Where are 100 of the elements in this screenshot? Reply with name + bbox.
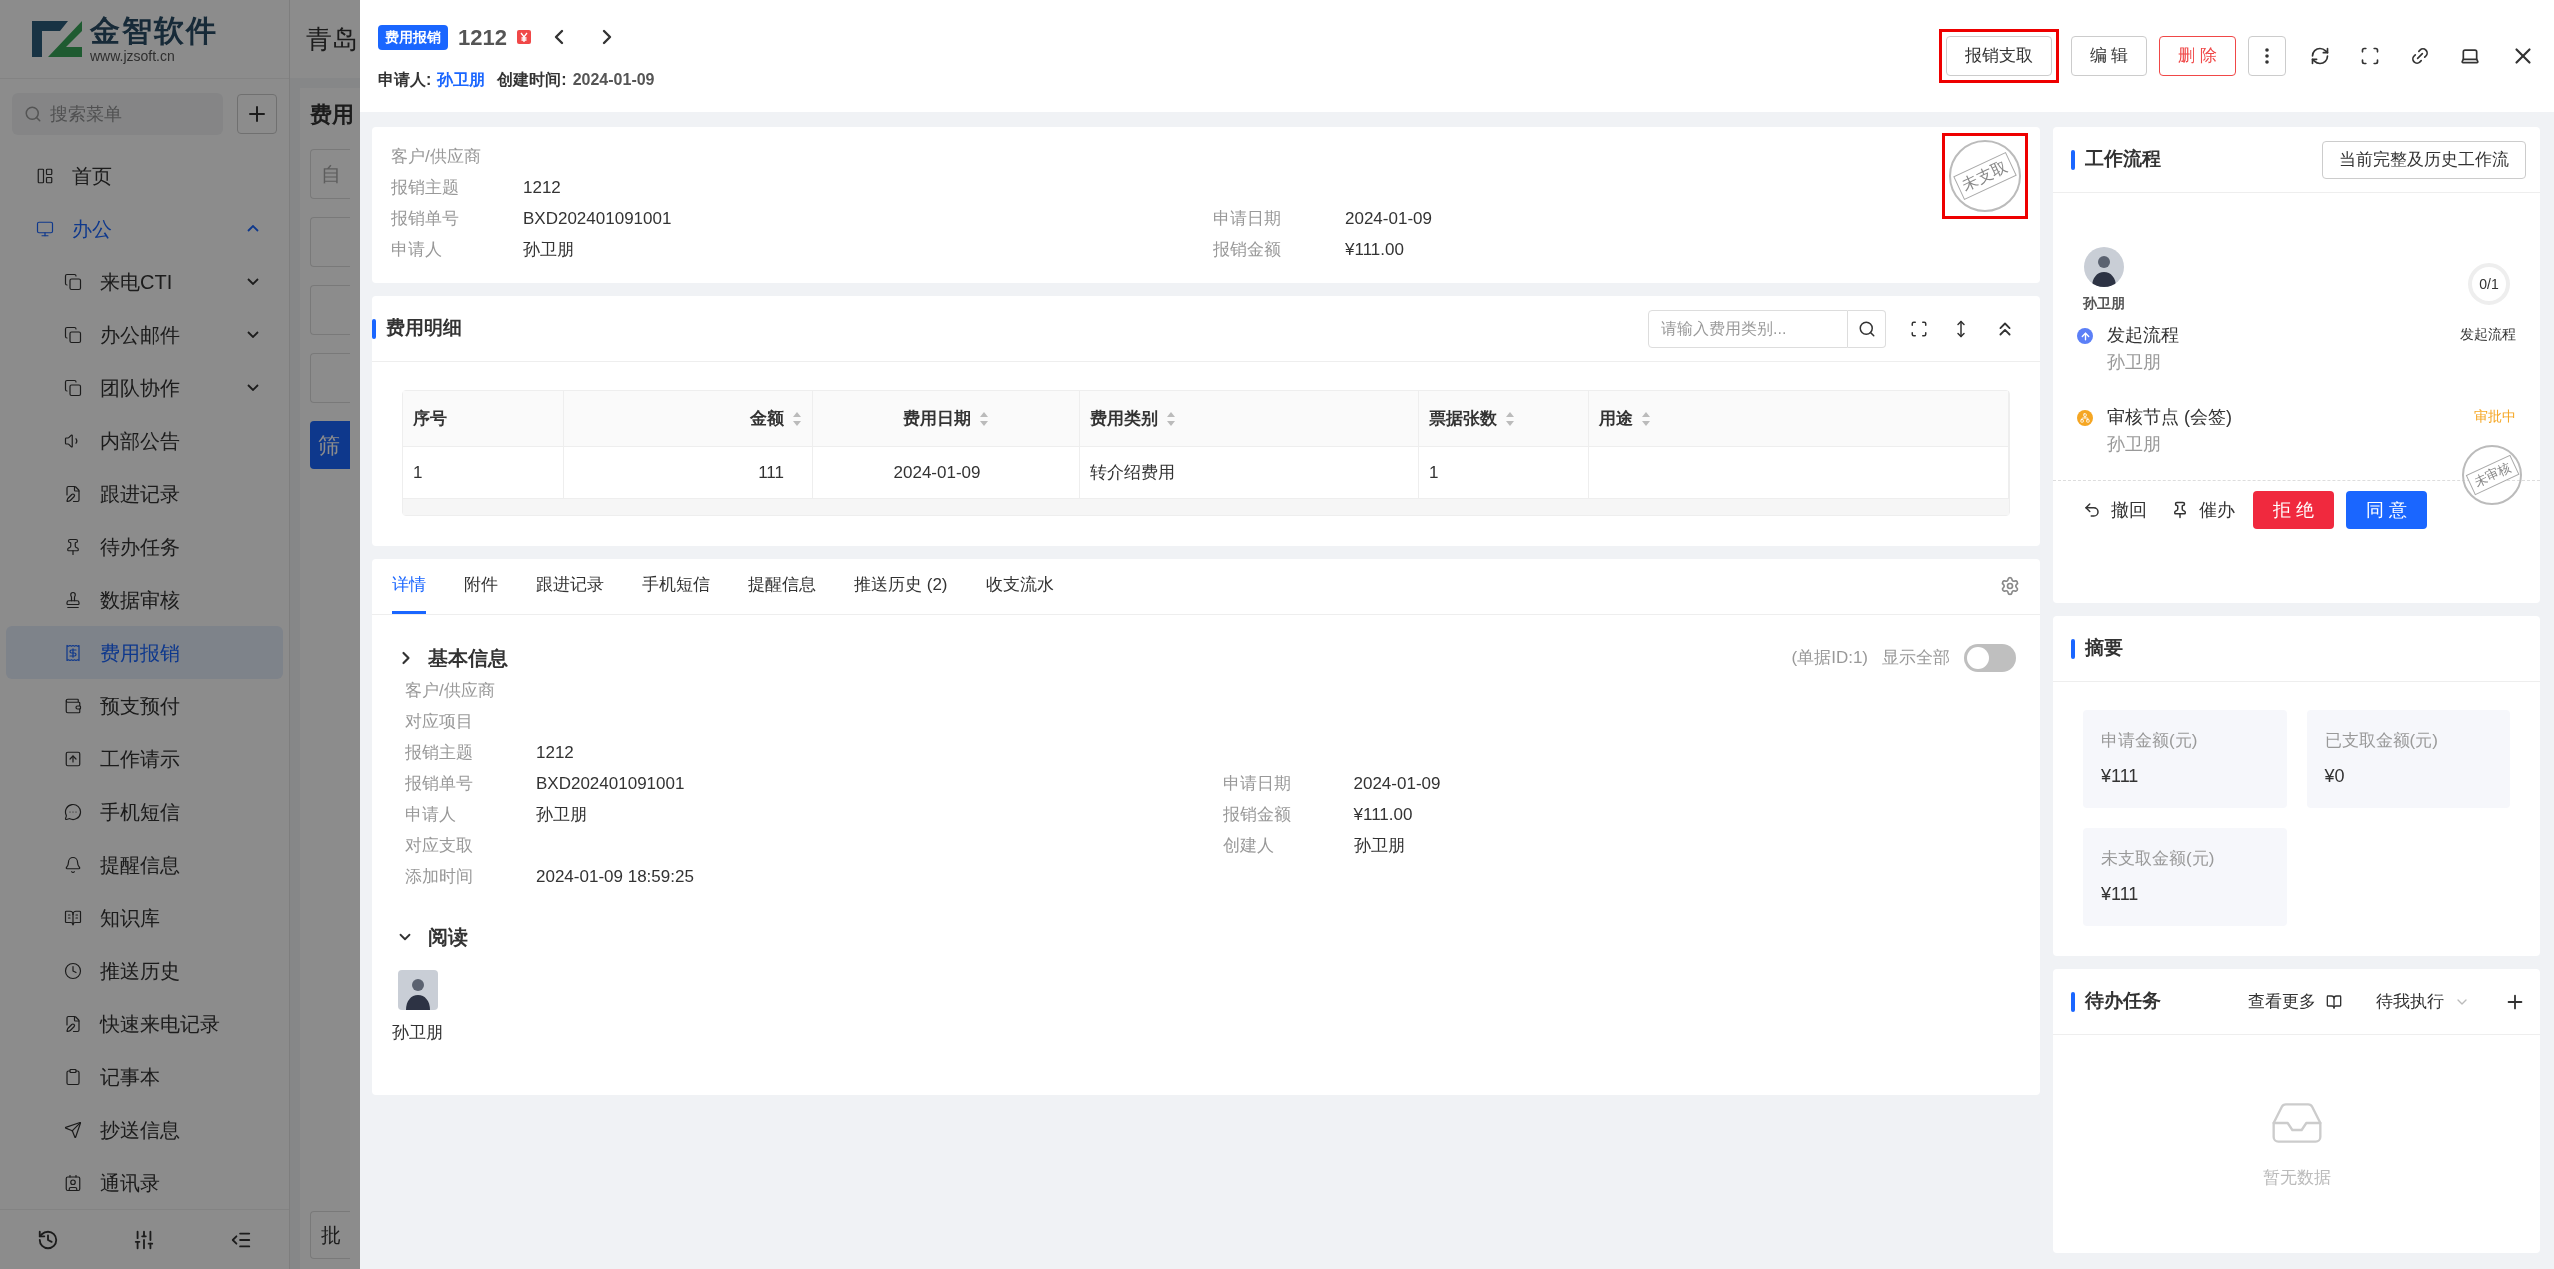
tab[interactable]: 提醒信息 (748, 559, 816, 614)
revoke-button[interactable]: 撤回 (2083, 496, 2147, 524)
fullscreen-icon[interactable] (2360, 46, 2380, 66)
menu-icon (64, 749, 82, 768)
pin-icon (2171, 501, 2189, 519)
step-title: 发起流程 (2107, 324, 2180, 347)
reject-button[interactable]: 拒 绝 (2253, 491, 2334, 529)
column-header[interactable]: 费用日期 (813, 391, 1080, 446)
sidebar-item[interactable]: 记事本 (6, 1050, 283, 1103)
add-button[interactable] (237, 94, 277, 134)
sidebar-item[interactable]: 快速来电记录 (6, 997, 283, 1050)
sidebar-item[interactable]: 推送历史 (6, 944, 283, 997)
sidebar-item[interactable]: 团队协作 (6, 361, 283, 414)
sidebar-item[interactable]: 办公 (6, 202, 283, 255)
tab[interactable]: 收支流水 (985, 559, 1054, 614)
summary-tile: 申请金额(元) ¥111 (2083, 710, 2287, 808)
column-header[interactable]: 金额 (564, 391, 813, 446)
filter-button[interactable]: 筛 (310, 421, 350, 469)
tab[interactable]: 附件 (464, 559, 498, 614)
sidebar-item[interactable]: 预支预付 (6, 679, 283, 732)
chevron-down-icon (247, 331, 259, 338)
currency-icon (516, 30, 531, 44)
menu-icon (64, 855, 82, 874)
approve-button[interactable]: 同 意 (2346, 491, 2428, 529)
tab[interactable]: 推送历史 (2) (854, 559, 948, 614)
menu-icon (64, 1120, 82, 1139)
table-cell: 111 (564, 447, 813, 498)
record-number: 1212 (458, 23, 507, 52)
sidebar-item[interactable]: 跟进记录 (6, 467, 283, 520)
field-label: 对应支取 (405, 834, 474, 857)
table-cell: 转介绍费用 (1080, 447, 1419, 498)
search-button[interactable] (1848, 309, 1886, 348)
more-icon (2265, 48, 2269, 64)
more-button[interactable] (2248, 36, 2286, 76)
field-value: 2024-01-09 (1353, 772, 1441, 795)
delete-button[interactable]: 删 除 (2159, 36, 2236, 76)
sidebar-item[interactable]: 费用报销 (6, 626, 283, 679)
avatar (397, 970, 438, 1010)
menu-icon (64, 325, 82, 344)
laptop-icon[interactable] (2460, 46, 2480, 66)
tab[interactable]: 手机短信 (642, 559, 710, 614)
history-workflow-button[interactable]: 当前完整及历史工作流 (2322, 140, 2526, 179)
sidebar-item[interactable]: 手机短信 (6, 785, 283, 838)
field-value: ¥111.00 (1353, 803, 1413, 826)
field-value: BXD202401091001 (523, 207, 672, 230)
field-value: 1212 (523, 176, 561, 199)
menu-icon (64, 1067, 82, 1086)
tab[interactable]: 详情 (392, 559, 426, 614)
sidebar-item[interactable]: 工作请示 (6, 732, 283, 785)
sidebar-item[interactable]: 知识库 (6, 891, 283, 944)
menu-icon (64, 537, 82, 556)
field-label: 客户/供应商 (405, 679, 496, 702)
sidebar-item[interactable]: 待办任务 (6, 520, 283, 573)
urge-button[interactable]: 催办 (2171, 496, 2235, 524)
field-label: 申请日期 (1222, 772, 1292, 795)
todo-filter[interactable]: 待我执行 (2376, 988, 2444, 1015)
step-title: 审核节点 (会签) (2107, 406, 2233, 429)
reader-name: 孙卫朋 (392, 1022, 443, 1044)
column-header[interactable]: 用途 (1589, 391, 2009, 446)
tag: 费用报销 (378, 24, 448, 50)
field-label: 报销金额 (1213, 238, 1282, 261)
step-status: 审批中 (2474, 407, 2516, 426)
history-icon[interactable] (37, 1228, 60, 1251)
section-title: 费用明细 (386, 316, 462, 341)
menu-icon (64, 802, 82, 821)
sidebar-item[interactable]: 数据审核 (6, 573, 283, 626)
fullscreen-icon[interactable] (1910, 319, 1928, 338)
chevron-down-icon (247, 384, 259, 391)
action-button[interactable]: 编 辑 (2070, 36, 2148, 76)
settings-icon[interactable] (2000, 576, 2020, 596)
section-marker (2071, 638, 2075, 659)
sidebar-item[interactable]: 提醒信息 (6, 838, 283, 891)
field-value: 孙卫朋 (1353, 834, 1405, 857)
column-header[interactable]: 票据张数 (1419, 391, 1589, 446)
applicant-link[interactable]: 孙卫朋 (437, 67, 486, 92)
menu-icon (64, 908, 82, 927)
field-label: 对应项目 (405, 710, 474, 733)
field-label: 报销金额 (1222, 803, 1292, 826)
field-value: BXD202401091001 (536, 772, 685, 795)
field-label: 申请人 (405, 803, 457, 826)
column-header[interactable]: 序号 (403, 391, 564, 446)
step-person: 孙卫朋 (2107, 433, 2162, 456)
sidebar-item[interactable]: 来电CTI (6, 255, 283, 308)
sliders-icon[interactable] (133, 1228, 156, 1251)
menu-icon (36, 166, 54, 185)
action-button[interactable]: 报销支取 (1945, 36, 2052, 76)
section-title: 摘要 (2085, 636, 2123, 661)
sidebar-item[interactable]: 抄送信息 (6, 1103, 283, 1156)
sidebar-item[interactable]: 内部公告 (6, 414, 283, 467)
sidebar-item[interactable]: 通讯录 (6, 1156, 283, 1209)
sidebar-item[interactable]: 办公邮件 (6, 308, 283, 361)
search-field[interactable]: 请输入费用类别... (1648, 309, 1848, 348)
sidebar-item[interactable]: 首页 (6, 149, 283, 202)
view-more-link[interactable]: 查看更多 (2248, 988, 2316, 1015)
column-header[interactable]: 费用类别 (1080, 391, 1419, 446)
show-all-switch[interactable] (1964, 644, 2016, 672)
menu-icon (64, 696, 82, 715)
batch-button[interactable]: 批 (310, 1211, 350, 1259)
refresh-icon[interactable] (2310, 46, 2330, 66)
tab[interactable]: 跟进记录 (536, 559, 604, 614)
